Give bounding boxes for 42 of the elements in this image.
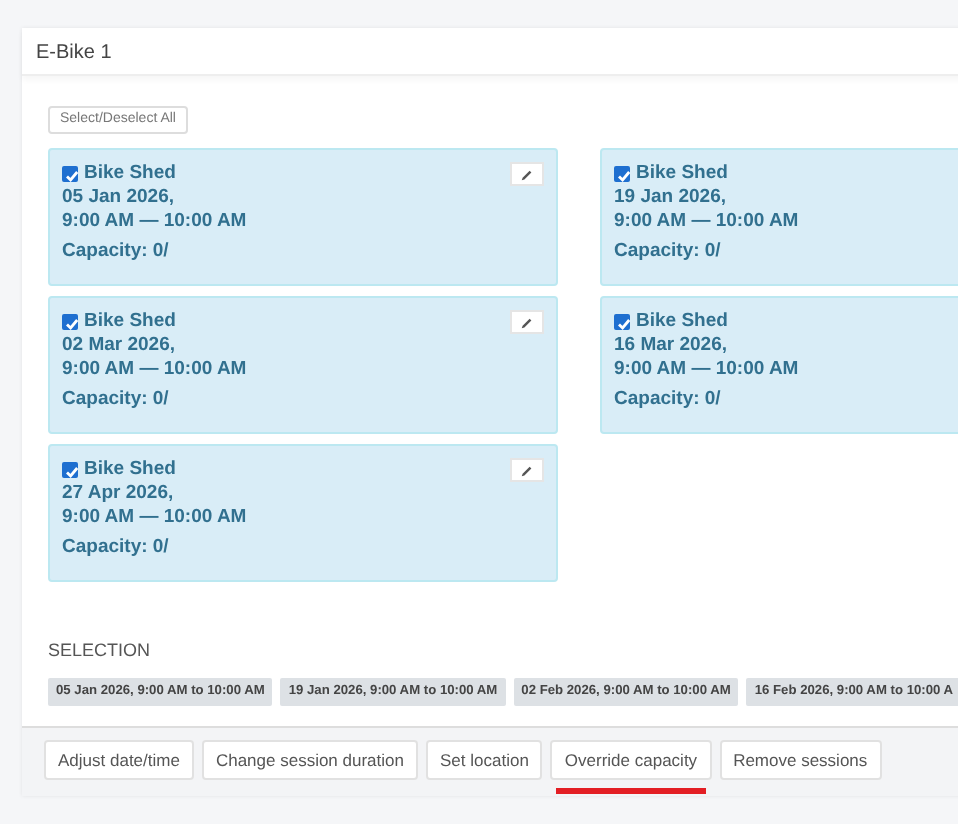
- session-time: 9:00 AM — 10:00 AM: [614, 358, 801, 383]
- checkbox[interactable]: [62, 462, 78, 479]
- checkbox[interactable]: [62, 314, 78, 331]
- action-button[interactable]: Set location: [426, 739, 543, 780]
- edit-button[interactable]: [510, 310, 544, 335]
- session-date: 19 Jan 2026,: [614, 186, 728, 211]
- action-button[interactable]: Change session duration: [201, 739, 418, 780]
- panel-title: E-Bike 1: [36, 42, 112, 64]
- location-label: Bike Shed: [84, 162, 176, 187]
- session-time: 9:00 AM — 10:00 AM: [614, 210, 801, 235]
- capacity-label: Capacity: 0/: [614, 388, 723, 413]
- session-card[interactable]: Bike Shed 16 Mar 2026, 9:00 AM — 10:00 AM Capacity: 0/: [600, 296, 958, 435]
- session-date: 02 Mar 2026,: [62, 334, 178, 359]
- pencil-icon: [520, 463, 534, 478]
- edit-button[interactable]: [510, 162, 544, 187]
- location-label: Bike Shed: [636, 310, 728, 335]
- session-card[interactable]: Bike Shed 02 Mar 2026, 9:00 AM — 10:00 AM Capacity: 0/: [48, 296, 558, 435]
- capacity-label: Capacity: 0/: [62, 240, 171, 265]
- session-card[interactable]: Bike Shed 27 Apr 2026, 9:00 AM — 10:00 AM Capacity: 0/: [48, 444, 558, 583]
- session-time: 9:00 AM — 10:00 AM: [62, 358, 249, 383]
- session-date: 05 Jan 2026,: [62, 186, 176, 211]
- session-time: 9:00 AM — 10:00 AM: [62, 210, 249, 235]
- location-label: Bike Shed: [84, 310, 176, 335]
- pencil-icon: [520, 315, 534, 330]
- checkbox[interactable]: [614, 314, 630, 331]
- session-time: 9:00 AM — 10:00 AM: [62, 506, 249, 531]
- capacity-label: Capacity: 0/: [62, 388, 171, 413]
- location-label: Bike Shed: [636, 162, 728, 187]
- action-button[interactable]: Remove sessions: [719, 739, 882, 780]
- pencil-icon: [520, 167, 534, 182]
- checkbox[interactable]: [62, 166, 78, 183]
- selection-heading: SELECTION: [48, 638, 153, 665]
- session-date: 16 Mar 2026,: [614, 334, 730, 359]
- edit-button[interactable]: [510, 458, 544, 483]
- session-card[interactable]: Bike Shed 19 Jan 2026, 9:00 AM — 10:00 AM Capacity: 0/: [600, 148, 958, 287]
- session-card[interactable]: Bike Shed 05 Jan 2026, 9:00 AM — 10:00 AM Capacity: 0/: [48, 148, 558, 287]
- action-button[interactable]: Adjust date/time: [44, 739, 194, 780]
- capacity-label: Capacity: 0/: [614, 240, 723, 265]
- capacity-label: Capacity: 0/: [62, 536, 171, 561]
- session-date: 27 Apr 2026,: [62, 482, 176, 507]
- checkbox[interactable]: [614, 166, 630, 183]
- location-label: Bike Shed: [84, 458, 176, 483]
